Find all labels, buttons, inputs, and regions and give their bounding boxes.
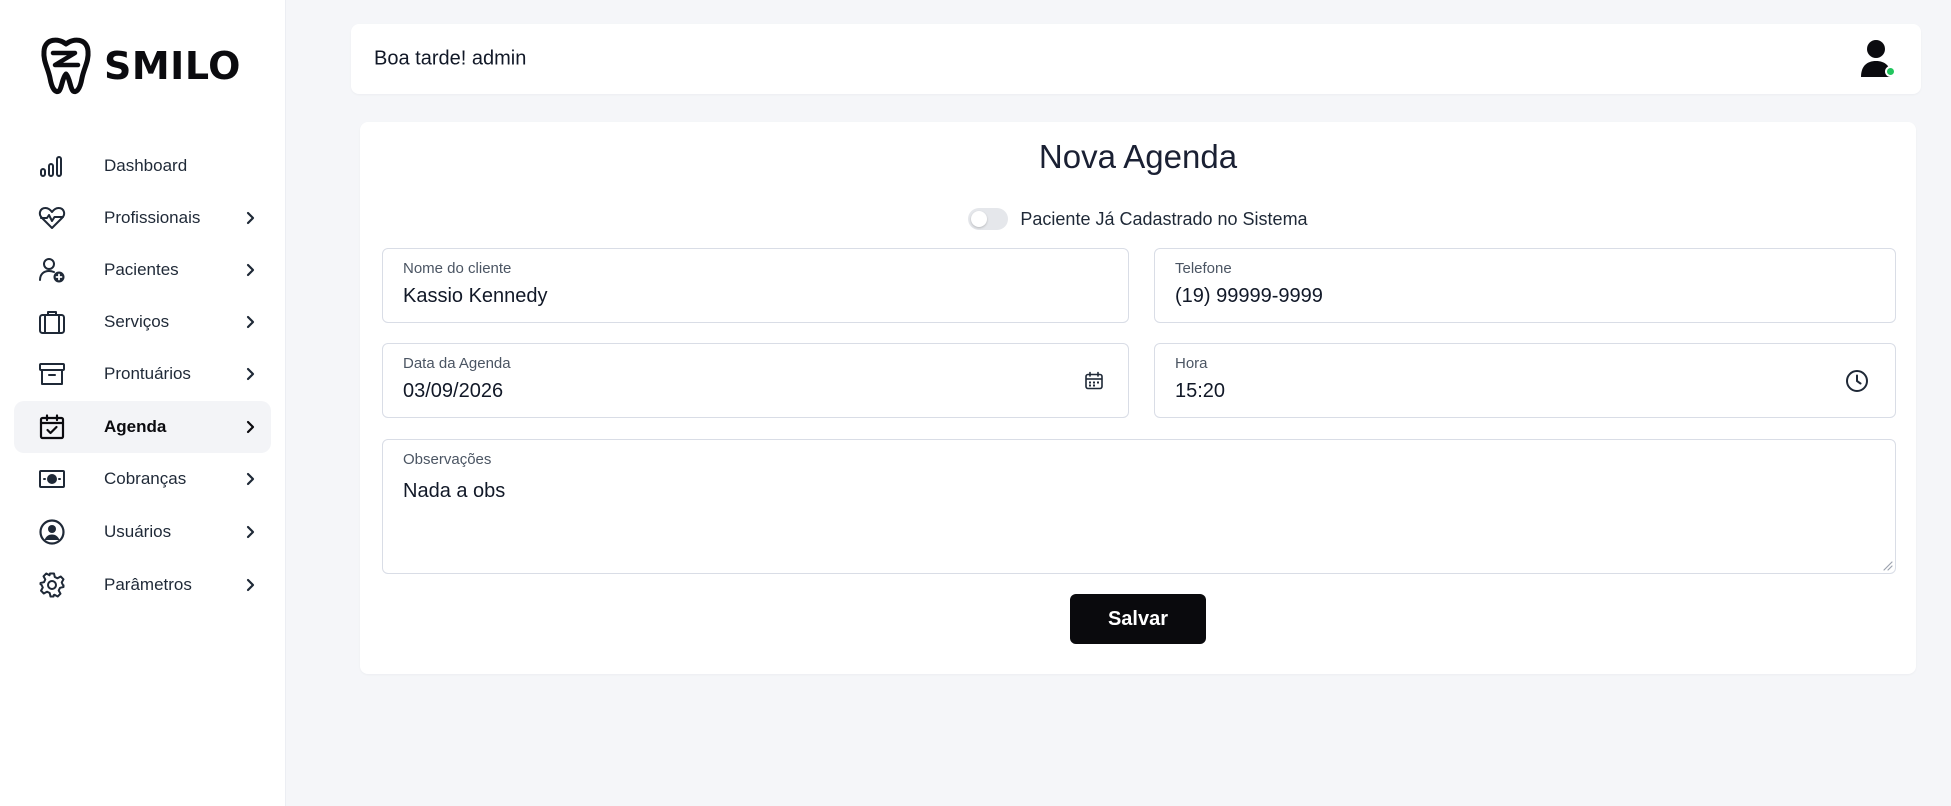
- sidebar-item-label: Pacientes: [104, 260, 179, 279]
- registered-patient-toggle[interactable]: [968, 208, 1009, 230]
- phone-field[interactable]: Telefone (19) 99999-9999: [1154, 248, 1896, 323]
- sidebar-item-pacientes[interactable]: Pacientes: [14, 244, 271, 296]
- user-add-icon: [38, 256, 66, 284]
- notes-label: Observações: [403, 451, 492, 468]
- sidebar-item-usuarios[interactable]: Usuários: [14, 506, 271, 558]
- banknote-icon: [38, 465, 66, 493]
- chevron-right-icon: [243, 472, 257, 486]
- briefcase-icon: [38, 308, 66, 336]
- logo[interactable]: SMILO: [40, 34, 241, 98]
- sidebar-item-label: Agenda: [104, 417, 167, 436]
- resize-handle-icon[interactable]: [1883, 561, 1893, 571]
- client-name-field[interactable]: Nome do cliente Kassio Kennedy: [382, 248, 1129, 323]
- calendar-icon[interactable]: [1084, 371, 1104, 391]
- tooth-logo-icon: [41, 37, 91, 95]
- sidebar: SMILO Dashboard Profissionais Pacientes …: [0, 0, 286, 806]
- registered-patient-toggle-label[interactable]: Paciente Já Cadastrado no Sistema: [1020, 209, 1307, 230]
- client-name-label: Nome do cliente: [403, 260, 512, 277]
- notes-textarea[interactable]: Nada a obs: [403, 480, 505, 503]
- sidebar-item-label: Cobranças: [104, 469, 187, 488]
- sidebar-item-label: Usuários: [104, 522, 172, 541]
- appointment-time-field[interactable]: Hora 15:20: [1154, 343, 1896, 418]
- chevron-right-icon: [243, 420, 257, 434]
- sidebar-item-profissionais[interactable]: Profissionais: [14, 192, 271, 244]
- appointment-date-label: Data da Agenda: [403, 355, 511, 372]
- chevron-right-icon: [243, 263, 257, 277]
- appointment-time-input[interactable]: 15:20: [1175, 380, 1225, 403]
- online-status-indicator: [1885, 66, 1896, 77]
- heart-pulse-icon: [38, 204, 66, 232]
- client-name-input[interactable]: Kassio Kennedy: [403, 285, 548, 308]
- registered-patient-toggle-row: Paciente Já Cadastrado no Sistema: [360, 204, 1916, 234]
- clock-icon[interactable]: [1845, 369, 1869, 393]
- appointment-date-field[interactable]: Data da Agenda 03/09/2026: [382, 343, 1129, 418]
- toggle-knob: [971, 211, 988, 227]
- notes-field[interactable]: Observações Nada a obs: [382, 439, 1896, 574]
- sidebar-item-parametros[interactable]: Parâmetros: [14, 559, 271, 611]
- sidebar-item-label: Dashboard: [104, 156, 188, 175]
- sidebar-item-cobrancas[interactable]: Cobranças: [14, 453, 271, 505]
- gear-icon: [38, 571, 66, 599]
- avatar[interactable]: [1859, 39, 1896, 79]
- chevron-right-icon: [243, 367, 257, 381]
- sidebar-item-label: Prontuários: [104, 364, 191, 383]
- new-appointment-form: Nova Agenda Paciente Já Cadastrado no Si…: [360, 122, 1916, 674]
- save-button[interactable]: Salvar: [1070, 594, 1206, 644]
- chevron-right-icon: [243, 211, 257, 225]
- appointment-time-label: Hora: [1175, 355, 1208, 372]
- archive-box-icon: [38, 360, 66, 388]
- top-header: Boa tarde! admin: [351, 24, 1921, 94]
- sidebar-item-agenda[interactable]: Agenda: [14, 401, 271, 453]
- chevron-right-icon: [243, 578, 257, 592]
- sidebar-item-dashboard[interactable]: Dashboard: [14, 140, 271, 192]
- sidebar-item-label: Parâmetros: [104, 575, 192, 594]
- page-title: Nova Agenda: [1038, 138, 1238, 175]
- sidebar-item-servicos[interactable]: Serviços: [14, 296, 271, 348]
- sidebar-item-label: Profissionais: [104, 208, 201, 227]
- greeting-text: Boa tarde! admin: [374, 47, 527, 70]
- calendar-check-icon: [38, 413, 66, 441]
- chevron-right-icon: [243, 315, 257, 329]
- user-circle-icon: [38, 518, 66, 546]
- sidebar-item-prontuarios[interactable]: Prontuários: [14, 348, 271, 400]
- bar-chart-icon: [38, 152, 66, 180]
- logo-text: SMILO: [104, 44, 241, 88]
- phone-label: Telefone: [1175, 260, 1232, 277]
- sidebar-item-label: Serviços: [104, 312, 170, 331]
- phone-input[interactable]: (19) 99999-9999: [1175, 285, 1323, 308]
- appointment-date-input[interactable]: 03/09/2026: [403, 380, 503, 403]
- chevron-right-icon: [243, 525, 257, 539]
